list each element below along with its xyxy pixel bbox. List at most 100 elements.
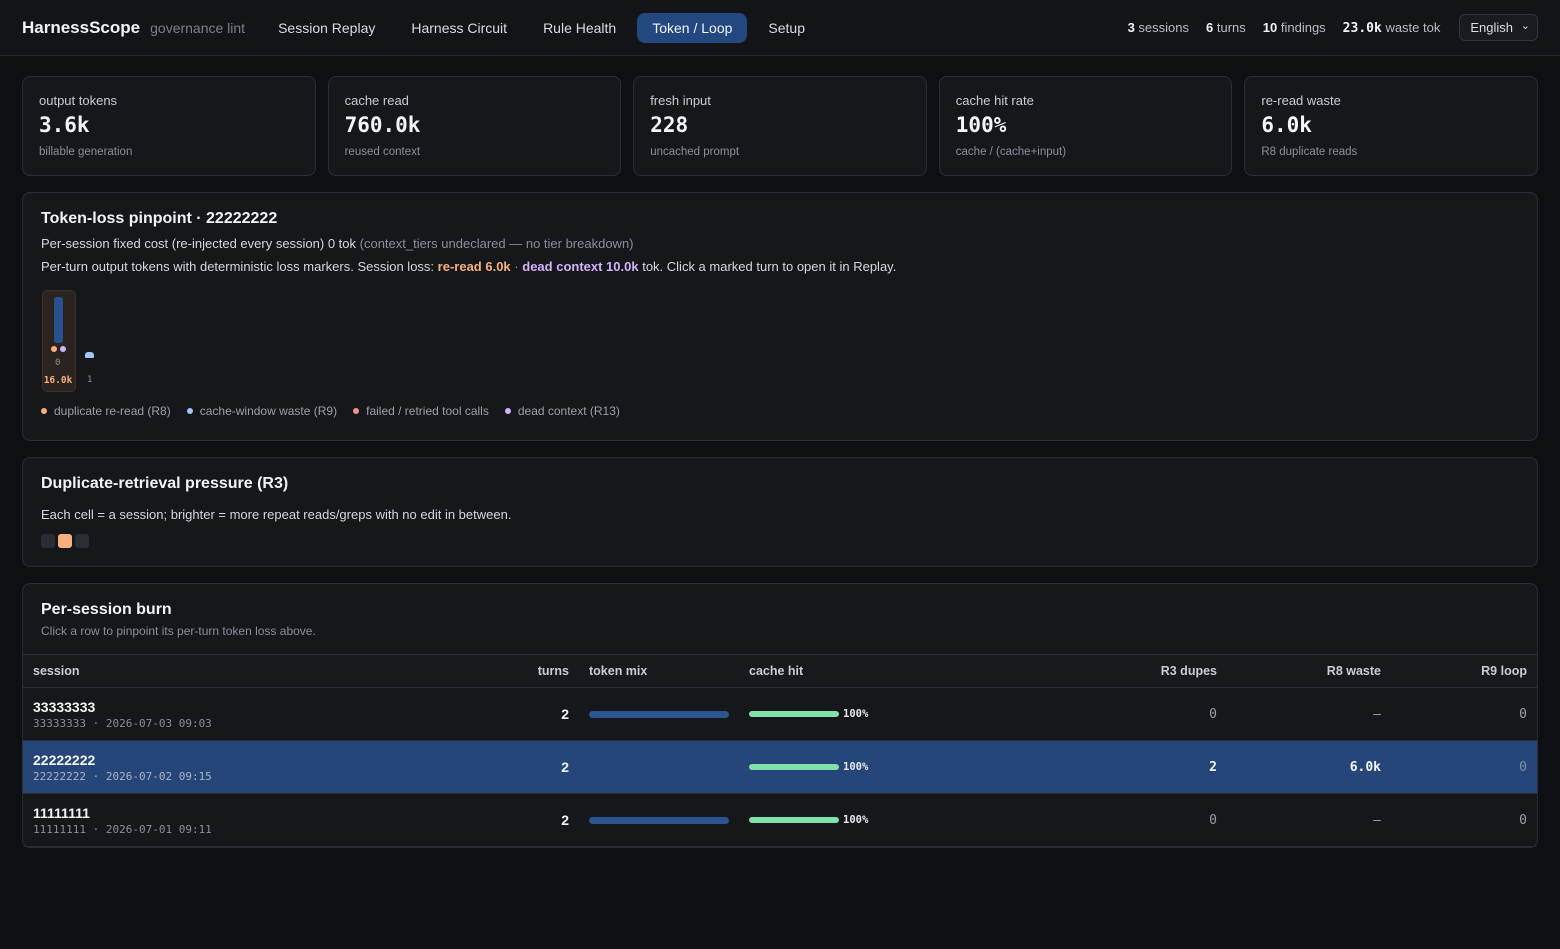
kpi-sub: billable generation [39, 146, 133, 158]
col-session[interactable]: session [23, 654, 513, 688]
r9-value: 0 [1519, 813, 1527, 828]
chevron-down-icon: ⌄ [1520, 20, 1530, 32]
kpi-cache-hit-rate: cache hit rate 100% cache / (cache+input… [938, 76, 1233, 176]
tab-token-loop[interactable]: Token / Loop [637, 12, 748, 43]
session-name: 33333333 [33, 698, 96, 715]
session-loss-line: Per-turn output tokens with deterministi… [41, 259, 897, 274]
turn-0-bar[interactable] [54, 297, 63, 343]
top-bar: HarnessScope governance lint Session Rep… [0, 0, 1560, 56]
main-nav: Session Replay Harness Circuit Rule Heal… [263, 12, 820, 43]
cache-hit-value: 100% [843, 814, 869, 826]
cache-hit-value: 100% [843, 708, 869, 720]
kpi-sub: cache / (cache+input) [955, 146, 1067, 158]
table-header-row: session turns token mix cache hit R3 dup… [23, 654, 1537, 688]
turns-value: 2 [561, 706, 569, 722]
burn-header: Per-session burn Click a row to pinpoint… [23, 584, 1537, 654]
col-cache-hit[interactable]: cache hit [739, 654, 959, 688]
loss-legend: duplicate re-read (R8) cache-window wast… [41, 404, 1519, 418]
cache-hit-bar [749, 711, 839, 717]
cache-hit-bar [749, 817, 839, 823]
cache-hit-value: 100% [843, 761, 869, 773]
duplicate-desc: Each cell = a session; brighter = more r… [41, 507, 512, 522]
language-value: English [1470, 20, 1513, 35]
turn-1-bar[interactable] [85, 352, 94, 358]
kpi-value: 760.0k [344, 113, 421, 137]
tab-rule-health[interactable]: Rule Health [528, 13, 631, 43]
kpi-value: 3.6k [39, 113, 90, 137]
kpi-label: cache read [344, 93, 409, 108]
cache-hit-bar [749, 764, 839, 770]
turn-0-index: 0 [55, 358, 61, 368]
legend-item-failed: failed / retried tool calls [353, 404, 489, 418]
r9-value: 0 [1519, 707, 1527, 722]
r9-value: 0 [1519, 760, 1527, 775]
table-row[interactable]: 33333333 33333333 · 2026-07-03 09:03 2 10… [23, 687, 1537, 741]
kpi-sub: R8 duplicate reads [1261, 146, 1358, 158]
language-select[interactable]: English ⌄ [1459, 14, 1538, 41]
legend-item-r9: cache-window waste (R9) [186, 404, 337, 418]
fixed-cost-line: Per-session fixed cost (re-injected ever… [41, 236, 634, 251]
turn-chart: 0 16.0k 1 [41, 290, 1519, 396]
kpi-reread-waste: re-read waste 6.0k R8 duplicate reads [1244, 76, 1538, 176]
heat-cells [41, 534, 1519, 548]
reread-loss: re-read 6.0k [437, 259, 511, 274]
col-r3-dupes[interactable]: R3 dupes [959, 654, 1227, 688]
heat-cell-session[interactable] [41, 534, 55, 548]
tab-harness-circuit[interactable]: Harness Circuit [396, 13, 522, 43]
kpi-label: output tokens [39, 93, 118, 108]
top-stats: 3 sessions 6 turns 10 findings 23.0k was… [1128, 14, 1538, 41]
burn-table: session turns token mix cache hit R3 dup… [23, 654, 1537, 847]
kpi-value: 6.0k [1261, 113, 1312, 137]
tab-session-replay[interactable]: Session Replay [263, 13, 390, 43]
token-mix-bar [589, 816, 729, 824]
heat-cell-session[interactable] [75, 534, 89, 548]
kpi-sub: uncached prompt [650, 146, 740, 158]
kpi-label: re-read waste [1261, 93, 1341, 108]
kpi-label: fresh input [650, 93, 711, 108]
r8-value: – [1373, 707, 1381, 722]
stat-sessions: 3 sessions [1127, 20, 1189, 35]
turn-0-marker-r13[interactable] [60, 346, 66, 352]
session-name: 22222222 [33, 751, 96, 768]
burn-subtitle: Click a row to pinpoint its per-turn tok… [41, 624, 316, 638]
r8-value: 6.0k [1349, 760, 1381, 775]
turns-value: 2 [561, 812, 569, 828]
table-row-selected[interactable]: 22222222 22222222 · 2026-07-02 09:15 2 10… [23, 740, 1537, 794]
col-turns[interactable]: turns [513, 654, 579, 688]
main-content: output tokens 3.6k billable generation c… [0, 56, 1560, 868]
kpi-cache-read: cache read 760.0k reused context [327, 76, 622, 176]
kpi-value: 100% [955, 113, 1007, 137]
r3-value: 0 [1209, 813, 1217, 828]
session-name: 11111111 [33, 804, 90, 821]
kpi-output-tokens: output tokens 3.6k billable generation [22, 76, 316, 176]
table-row[interactable]: 11111111 11111111 · 2026-07-01 09:11 2 10… [23, 793, 1537, 847]
kpi-label: cache hit rate [955, 93, 1034, 108]
r3-value: 2 [1209, 760, 1217, 775]
token-loss-card: Token-loss pinpoint · 22222222 Per-sessi… [22, 192, 1538, 441]
r8-value: – [1373, 813, 1381, 828]
stat-findings: 10 findings [1262, 20, 1326, 35]
stat-waste: 23.0k waste tok [1342, 19, 1441, 36]
dot-icon [41, 408, 47, 414]
turn-0-marker-r8[interactable] [51, 346, 57, 352]
token-mix-bar [589, 710, 729, 718]
kpi-fresh-input: fresh input 228 uncached prompt [633, 76, 927, 176]
per-session-burn-card: Per-session burn Click a row to pinpoint… [22, 583, 1538, 848]
col-token-mix[interactable]: token mix [579, 654, 739, 688]
brand-subtitle: governance lint [150, 19, 246, 36]
col-r8-waste[interactable]: R8 waste [1227, 654, 1391, 688]
kpi-row: output tokens 3.6k billable generation c… [22, 76, 1538, 176]
duplicate-title: Duplicate-retrieval pressure (R3) [41, 475, 289, 492]
dead-context-loss: dead context 10.0k [522, 259, 639, 274]
col-r9-loop[interactable]: R9 loop [1391, 654, 1537, 688]
tab-setup[interactable]: Setup [753, 13, 820, 43]
dot-icon [504, 408, 511, 414]
kpi-sub: reused context [344, 146, 421, 158]
session-meta: 22222222 · 2026-07-02 09:15 [33, 769, 212, 783]
heat-cell-session[interactable] [58, 534, 72, 548]
session-meta: 11111111 · 2026-07-01 09:11 [33, 822, 212, 836]
stat-turns: 6 turns [1206, 20, 1246, 35]
legend-item-r13: dead context (R13) [504, 404, 620, 418]
legend-item-r8: duplicate re-read (R8) [41, 404, 171, 418]
turns-value: 2 [561, 759, 569, 775]
